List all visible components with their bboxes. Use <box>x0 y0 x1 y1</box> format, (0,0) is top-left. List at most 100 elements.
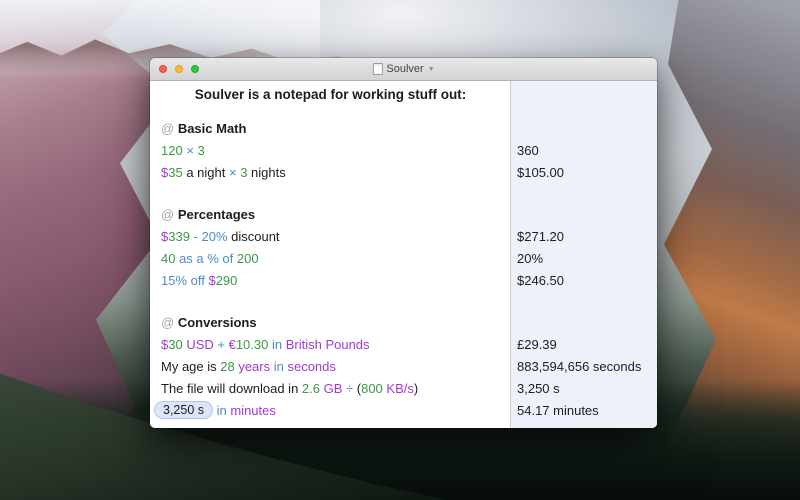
answer-token-pill: 3,250 s <box>154 401 213 419</box>
notepad-line[interactable]: @ Basic Math <box>150 118 657 140</box>
token-unit: GB <box>320 381 342 396</box>
expression-cell[interactable]: $339 - 20% discount <box>150 226 510 248</box>
answer-cell <box>510 204 657 226</box>
answer-cell[interactable]: 883,594,656 seconds <box>510 356 657 378</box>
minimize-button[interactable] <box>175 65 183 73</box>
token-unit: minutes <box>230 403 276 418</box>
token-num: 339 <box>168 229 190 244</box>
expression-cell[interactable] <box>150 106 510 118</box>
expression-cell[interactable]: $30 USD + €10.30 in British Pounds <box>150 334 510 356</box>
token-unit: KB/s <box>383 381 414 396</box>
window-title-group: Soulver ▼ <box>372 58 434 80</box>
answer-cell[interactable]: 54.17 minutes <box>510 400 657 422</box>
token-txt: discount <box>228 229 280 244</box>
answer-cell <box>510 184 657 204</box>
expression-cell[interactable]: $35 a night × 3 nights <box>150 162 510 184</box>
token-at: @ <box>161 207 178 222</box>
notepad-line[interactable]: 40 as a % of 20020% <box>150 248 657 270</box>
token-op: as a % of <box>175 251 236 266</box>
answer-cell <box>510 312 657 334</box>
token-unit: USD <box>183 337 214 352</box>
answer-cell <box>510 84 657 106</box>
soulver-window: Soulver ▼ Soulver is a notepad for worki… <box>150 58 657 428</box>
notepad-line[interactable]: $339 - 20% discount$271.20 <box>150 226 657 248</box>
answer-cell[interactable]: £29.39 <box>510 334 657 356</box>
token-bold: Basic Math <box>178 121 247 136</box>
token-unit: years <box>235 359 270 374</box>
token-unit: $ <box>208 273 215 288</box>
notepad-line[interactable]: @ Conversions <box>150 312 657 334</box>
token-txt: My age is <box>161 359 220 374</box>
token-num: 28 <box>220 359 234 374</box>
title-chevron-icon[interactable]: ▼ <box>428 66 435 73</box>
expression-cell[interactable] <box>150 292 510 312</box>
notepad-line[interactable]: 120 × 3360 <box>150 140 657 162</box>
notepad-line[interactable]: 15% off $290$246.50 <box>150 270 657 292</box>
expression-cell[interactable]: 40 as a % of 200 <box>150 248 510 270</box>
expression-cell[interactable]: 15% off $290 <box>150 270 510 292</box>
token-num: 3 <box>198 143 205 158</box>
expression-cell[interactable]: 120 × 3 <box>150 140 510 162</box>
window-titlebar[interactable]: Soulver ▼ <box>150 58 657 81</box>
token-num: 120 <box>161 143 183 158</box>
notepad-lines: Soulver is a notepad for working stuff o… <box>150 81 657 422</box>
token-op: ÷ <box>342 381 356 396</box>
traffic-lights <box>159 58 199 80</box>
token-op: in <box>213 403 230 418</box>
notepad-line[interactable]: $35 a night × 3 nights$105.00 <box>150 162 657 184</box>
close-button[interactable] <box>159 65 167 73</box>
token-op: + <box>214 337 229 352</box>
token-bold: Soulver is a notepad for working stuff o… <box>195 87 467 102</box>
expression-cell[interactable]: 3,250 s in minutes <box>150 400 510 422</box>
token-bold: Conversions <box>178 315 257 330</box>
token-unit: British Pounds <box>286 337 370 352</box>
token-num: 200 <box>237 251 259 266</box>
expression-cell[interactable]: The file will download in 2.6 GB ÷ (800 … <box>150 378 510 400</box>
notepad-line[interactable]: My age is 28 years in seconds883,594,656… <box>150 356 657 378</box>
token-unit: seconds <box>287 359 335 374</box>
document-proxy-icon[interactable] <box>372 63 382 75</box>
notepad-line[interactable]: @ Percentages <box>150 204 657 226</box>
notepad-line[interactable]: $30 USD + €10.30 in British Pounds£29.39 <box>150 334 657 356</box>
answer-cell[interactable]: $246.50 <box>510 270 657 292</box>
answer-cell[interactable]: 20% <box>510 248 657 270</box>
expression-cell[interactable]: @ Percentages <box>150 204 510 226</box>
zoom-button[interactable] <box>191 65 199 73</box>
answer-cell <box>510 118 657 140</box>
notepad-line[interactable] <box>150 106 657 118</box>
token-op: in <box>270 359 287 374</box>
expression-cell[interactable]: @ Conversions <box>150 312 510 334</box>
token-num: 290 <box>216 273 238 288</box>
notepad-line[interactable]: The file will download in 2.6 GB ÷ (800 … <box>150 378 657 400</box>
token-at: @ <box>161 121 178 136</box>
notepad-line[interactable]: 3,250 s in minutes54.17 minutes <box>150 400 657 422</box>
token-num: 35 <box>168 165 182 180</box>
token-num: 10.30 <box>236 337 269 352</box>
token-op: 15% off <box>161 273 208 288</box>
answer-cell[interactable]: $271.20 <box>510 226 657 248</box>
token-op: × <box>229 165 240 180</box>
token-op: in <box>268 337 285 352</box>
token-txt: nights <box>247 165 285 180</box>
answer-cell[interactable]: 3,250 s <box>510 378 657 400</box>
notepad-line[interactable]: Soulver is a notepad for working stuff o… <box>150 84 657 106</box>
token-num: 40 <box>161 251 175 266</box>
answer-cell[interactable]: $105.00 <box>510 162 657 184</box>
token-bold: Percentages <box>178 207 255 222</box>
expression-cell[interactable]: Soulver is a notepad for working stuff o… <box>150 84 510 106</box>
expression-cell[interactable] <box>150 184 510 204</box>
token-at: @ <box>161 315 178 330</box>
token-txt: a night <box>183 165 229 180</box>
expression-cell[interactable]: My age is 28 years in seconds <box>150 356 510 378</box>
answer-cell[interactable]: 360 <box>510 140 657 162</box>
token-unit: € <box>229 337 236 352</box>
token-num: 2.6 <box>302 381 320 396</box>
desktop-wallpaper: Soulver ▼ Soulver is a notepad for worki… <box>0 0 800 500</box>
answer-cell <box>510 292 657 312</box>
token-op: × <box>183 143 198 158</box>
window-title: Soulver <box>386 63 423 75</box>
notepad-line[interactable] <box>150 292 657 312</box>
expression-cell[interactable]: @ Basic Math <box>150 118 510 140</box>
notepad-line[interactable] <box>150 184 657 204</box>
token-op: - 20% <box>190 229 228 244</box>
